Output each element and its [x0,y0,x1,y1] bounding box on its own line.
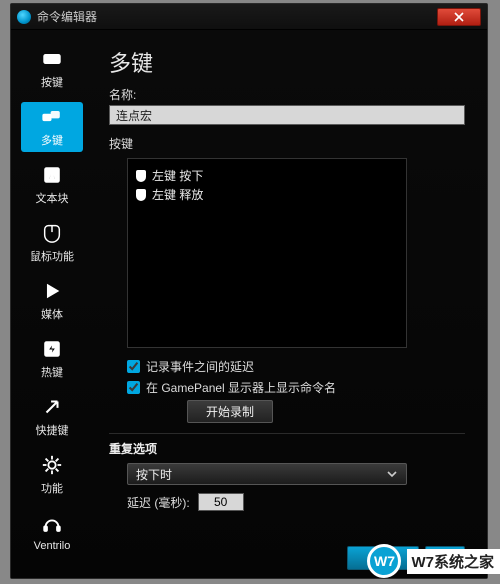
text-icon: A [41,164,63,186]
bolt-icon [41,338,63,360]
checkbox-input[interactable] [127,381,140,394]
list-item[interactable]: 左键 释放 [136,186,398,203]
select-value: 按下时 [136,466,172,483]
watermark-logo: W7 [367,544,401,578]
sidebar-item-function[interactable]: 功能 [21,450,83,500]
macro-label: 按键 [109,135,465,152]
window-title: 命令编辑器 [37,8,97,25]
start-record-button[interactable]: 开始录制 [187,400,273,423]
sidebar: 按键 多键 A 文本块 鼠标功能 媒体 热键 [11,30,93,578]
macro-list[interactable]: 左键 按下 左键 释放 [127,158,407,348]
sidebar-item-key[interactable]: 按键 [21,44,83,94]
divider [109,433,465,434]
sidebar-item-label: 鼠标功能 [30,248,74,264]
watermark-text: W7系统之家 [407,549,500,574]
sidebar-item-label: 热键 [41,364,63,380]
arrow-icon [41,396,63,418]
close-icon [454,12,464,22]
sidebar-item-multikey[interactable]: 多键 [21,102,83,152]
sidebar-item-media[interactable]: 媒体 [21,276,83,326]
sidebar-item-textblock[interactable]: A 文本块 [21,160,83,210]
watermark: W7 W7系统之家 [367,544,500,578]
sidebar-item-mouse[interactable]: 鼠标功能 [21,218,83,268]
play-icon [41,280,63,302]
sidebar-item-ventrilo[interactable]: Ventrilo [21,508,83,558]
sidebar-item-label: 媒体 [41,306,63,322]
sidebar-item-label: 功能 [41,480,63,496]
mouse-icon [136,169,146,183]
sidebar-item-label: 多键 [41,132,63,148]
app-icon [17,10,31,24]
repeat-heading: 重复选项 [109,440,465,457]
delay-input[interactable] [198,493,244,511]
close-button[interactable] [437,8,481,26]
mouse-icon [41,222,63,244]
key-icon [41,48,63,70]
svg-text:A: A [48,171,56,183]
checkbox-label: 在 GamePanel 显示器上显示命令名 [146,379,336,396]
record-delay-checkbox[interactable]: 记录事件之间的延迟 [127,358,465,375]
mouse-icon [136,188,146,202]
macro-text: 左键 释放 [152,186,203,203]
name-label: 名称: [109,86,465,103]
checkbox-input[interactable] [127,360,140,373]
body: 按键 多键 A 文本块 鼠标功能 媒体 热键 [11,30,487,578]
gamepanel-checkbox[interactable]: 在 GamePanel 显示器上显示命令名 [127,379,465,396]
page-title: 多键 [109,46,465,78]
sidebar-item-label: 快捷键 [36,422,69,438]
gear-icon [41,454,63,476]
checkbox-label: 记录事件之间的延迟 [146,358,254,375]
repeat-mode-select[interactable]: 按下时 [127,463,407,485]
chevron-down-icon [386,468,398,480]
options-block: 记录事件之间的延迟 在 GamePanel 显示器上显示命令名 开始录制 [127,358,465,423]
list-item[interactable]: 左键 按下 [136,167,398,184]
multikey-icon [41,106,63,128]
headset-icon [41,514,63,536]
name-input[interactable] [109,105,465,125]
titlebar: 命令编辑器 [11,4,487,30]
macro-text: 左键 按下 [152,167,203,184]
window: 命令编辑器 按键 多键 A 文本块 鼠标功能 [10,3,488,579]
sidebar-item-shortcut[interactable]: 快捷键 [21,392,83,442]
main-panel: 多键 名称: 按键 左键 按下 左键 释放 记录事件之间的延迟 [93,30,487,578]
sidebar-item-label: 文本块 [36,190,69,206]
delay-label: 延迟 (毫秒): [127,494,190,511]
sidebar-item-hotkey[interactable]: 热键 [21,334,83,384]
sidebar-item-label: Ventrilo [34,540,71,552]
sidebar-item-label: 按键 [41,74,63,90]
